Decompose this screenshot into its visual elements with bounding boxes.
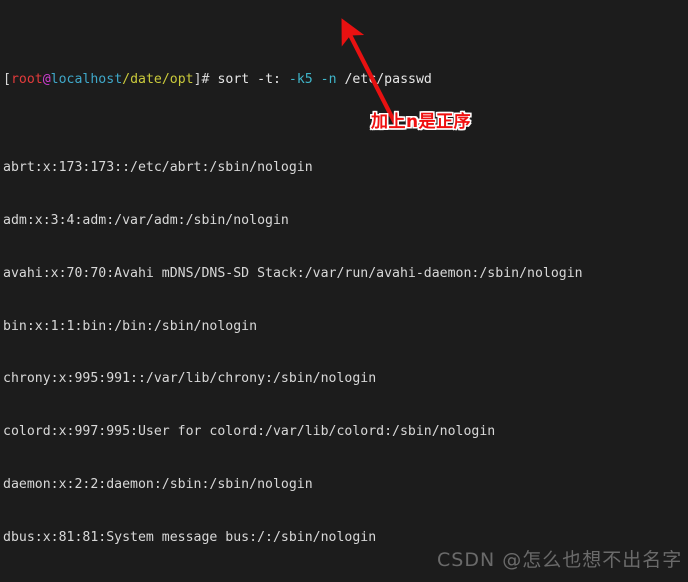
output-line: chrony:x:995:991::/var/lib/chrony:/sbin/… [3,371,377,387]
output-line: dbus:x:81:81:System message bus:/:/sbin/… [3,529,377,545]
prompt-close-bracket: ]# [193,72,210,88]
prompt-user: root [10,72,43,88]
command-options: -k5 -n [288,72,337,88]
terminal-output: [root@localhost/date/opt]# sort -t: -k5 … [3,1,688,582]
output-line: avahi:x:70:70:Avahi mDNS/DNS-SD Stack:/v… [3,265,583,281]
csdn-watermark: CSDN @怎么也想不出名字 [437,549,683,571]
prompt-at-symbol: @ [42,72,51,88]
prompt-hostname: localhost [50,72,123,88]
output-line: daemon:x:2:2:daemon:/sbin:/sbin/nologin [3,477,313,493]
output-line: bin:x:1:1:bin:/bin:/sbin/nologin [3,318,258,334]
output-line: colord:x:997:995:User for colord:/var/li… [3,424,496,440]
annotation-text: 加上n是正序 [371,112,472,132]
command-text-post: /etc/passwd [336,72,432,88]
output-line: abrt:x:173:173::/etc/abrt:/sbin/nologin [3,160,313,176]
terminal-window[interactable]: [root@localhost/date/opt]# sort -t: -k5 … [0,0,688,582]
command-text-pre: sort -t: [209,72,289,88]
prompt-path: /date/opt [122,72,194,88]
output-line: adm:x:3:4:adm:/var/adm:/sbin/nologin [3,213,289,229]
prompt-open-bracket: [ [3,72,11,88]
command-prompt-line[interactable]: [root@localhost/date/opt]# sort -t: -k5 … [3,71,688,89]
